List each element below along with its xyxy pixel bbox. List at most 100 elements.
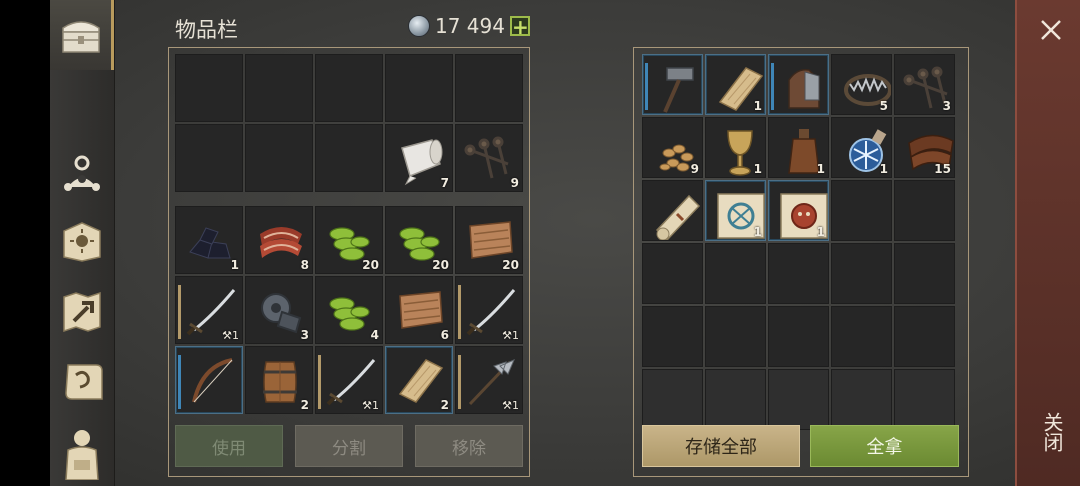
item-slot[interactable]: 20	[385, 206, 453, 274]
item-slot[interactable]	[175, 346, 243, 414]
empty-slot[interactable]	[642, 243, 703, 304]
item-slot[interactable]	[642, 180, 703, 241]
item-slot[interactable]: 9	[642, 117, 703, 178]
durability-count: ⚒1	[502, 329, 519, 342]
empty-slot[interactable]	[831, 243, 892, 304]
item-quantity: 1	[879, 162, 888, 176]
add-currency-button[interactable]: +	[509, 16, 530, 37]
item-slot[interactable]: 15	[894, 117, 955, 178]
item-quantity: 8	[300, 258, 309, 272]
bow-icon	[192, 358, 233, 403]
durability-bar	[178, 355, 181, 409]
empty-slot[interactable]	[894, 369, 955, 430]
item-quantity: 1	[753, 99, 762, 113]
side-nav	[50, 0, 115, 486]
empty-slot[interactable]	[175, 124, 243, 192]
nav-character[interactable]	[50, 140, 114, 206]
item-slot[interactable]: 2	[245, 346, 313, 414]
item-slot[interactable]: ⚒1	[175, 276, 243, 344]
empty-slot[interactable]	[768, 243, 829, 304]
item-slot[interactable]	[768, 54, 829, 115]
item-slot[interactable]: ⚒1	[315, 346, 383, 414]
empty-slot[interactable]	[894, 180, 955, 241]
item-slot[interactable]: 3	[894, 54, 955, 115]
empty-slot[interactable]	[705, 369, 766, 430]
item-quantity: 1	[816, 162, 825, 176]
empty-slot[interactable]	[315, 124, 383, 192]
empty-slot[interactable]	[831, 306, 892, 367]
item-quantity: 6	[440, 328, 449, 342]
empty-slot[interactable]	[642, 306, 703, 367]
item-slot[interactable]: 20	[455, 206, 523, 274]
close-label[interactable]: 关闭	[1033, 412, 1067, 452]
durability-bar	[458, 355, 461, 409]
durability-bar	[771, 63, 774, 110]
inventory-grid: 1 8 20 20 20 ⚒1 3 4 6 ⚒1 2 ⚒1 2 ⚒1	[175, 206, 523, 414]
durability-count: ⚒1	[222, 329, 239, 342]
item-slot[interactable]: 5	[831, 54, 892, 115]
empty-slot[interactable]	[831, 180, 892, 241]
item-slot[interactable]: 1	[705, 54, 766, 115]
empty-slot[interactable]	[642, 369, 703, 430]
empty-slot[interactable]	[831, 369, 892, 430]
item-quantity: 20	[432, 258, 449, 272]
item-quantity: 1	[753, 162, 762, 176]
empty-slot[interactable]	[245, 124, 313, 192]
nav-backpack[interactable]	[50, 420, 114, 486]
item-slot[interactable]: 1	[768, 117, 829, 178]
inventory-title: 物品栏	[175, 18, 238, 42]
empty-slot[interactable]	[385, 54, 453, 122]
item-slot[interactable]: 20	[315, 206, 383, 274]
item-slot[interactable]: 1	[768, 180, 829, 241]
close-panel[interactable]: 关闭	[1015, 0, 1080, 486]
character-icon	[64, 155, 100, 191]
item-slot[interactable]: 1	[831, 117, 892, 178]
empty-slot[interactable]	[245, 54, 313, 122]
item-quantity: 4	[370, 328, 379, 342]
durability-bar	[645, 63, 648, 110]
item-quantity: 5	[879, 99, 888, 113]
empty-slot[interactable]	[175, 54, 243, 122]
empty-slot[interactable]	[455, 54, 523, 122]
durability-bar	[178, 285, 181, 339]
take-all-button[interactable]: 全拿	[810, 425, 959, 467]
hammer-icon	[663, 67, 694, 113]
storage-grid: 1 5 3 9 1 1 1 15 1 1	[642, 54, 955, 430]
close-icon[interactable]	[1039, 18, 1063, 42]
split-button[interactable]: 分割	[295, 425, 403, 467]
durability-bar	[318, 355, 321, 409]
store-all-button[interactable]: 存储全部	[642, 425, 800, 467]
nav-inventory[interactable]	[50, 0, 114, 70]
item-slot[interactable]: ⚒1	[455, 276, 523, 344]
remove-button[interactable]: 移除	[415, 425, 523, 467]
empty-slot[interactable]	[768, 306, 829, 367]
item-slot[interactable]: 4	[315, 276, 383, 344]
item-slot[interactable]: 2	[385, 346, 453, 414]
empty-slot[interactable]	[705, 243, 766, 304]
item-quantity: 7	[440, 176, 449, 190]
empty-slot[interactable]	[705, 306, 766, 367]
item-slot[interactable]: 6	[385, 276, 453, 344]
item-slot[interactable]: 1	[705, 180, 766, 241]
item-slot[interactable]	[642, 54, 703, 115]
item-slot[interactable]: 1	[175, 206, 243, 274]
scroll-icon	[655, 194, 701, 240]
nav-crafting[interactable]	[50, 208, 114, 274]
empty-slot[interactable]	[315, 54, 383, 122]
crafting-book-icon	[63, 222, 101, 262]
item-slot[interactable]: 9	[455, 124, 523, 192]
item-quantity: 9	[690, 162, 699, 176]
nav-build[interactable]	[50, 278, 114, 344]
item-slot[interactable]: 1	[705, 117, 766, 178]
durability-bar	[458, 285, 461, 339]
use-button[interactable]: 使用	[175, 425, 283, 467]
empty-slot[interactable]	[894, 243, 955, 304]
empty-slot[interactable]	[894, 306, 955, 367]
empty-slot[interactable]	[768, 369, 829, 430]
item-slot[interactable]: 8	[245, 206, 313, 274]
item-slot[interactable]: ⚒1	[455, 346, 523, 414]
item-slot[interactable]: 7	[385, 124, 453, 192]
item-slot[interactable]: 3	[245, 276, 313, 344]
durability-count: ⚒1	[362, 399, 379, 412]
nav-quests[interactable]	[50, 348, 114, 414]
